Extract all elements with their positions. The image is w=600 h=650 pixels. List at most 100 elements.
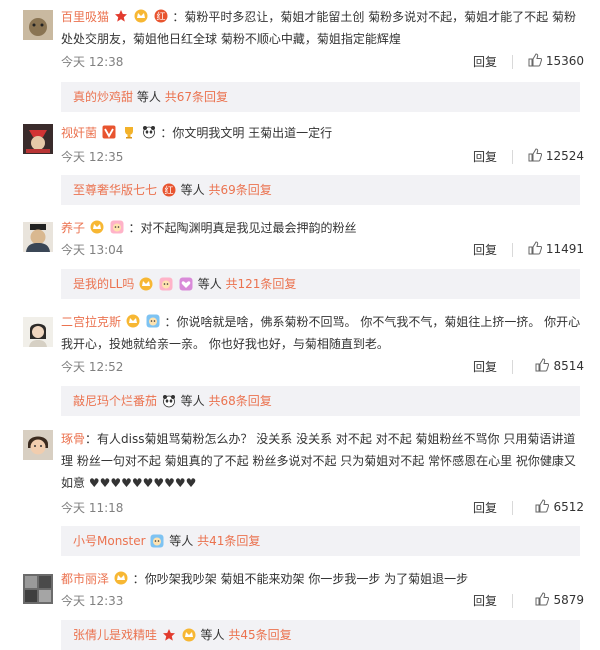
comment-text-line: 我开心，投她就给亲一亲。 你也好我也好，与菊相随直到老。: [61, 337, 389, 351]
avatar[interactable]: [23, 317, 53, 347]
divider: [512, 594, 513, 608]
v-verified-icon: [102, 125, 116, 139]
comment-author[interactable]: 养子: [61, 221, 85, 235]
sub-reply-author[interactable]: 是我的LL吗: [73, 277, 134, 291]
sub-reply-bar: 小号Monster 等人 共41条回复: [61, 526, 580, 556]
member-crown-icon: [126, 314, 140, 328]
like-count: 15360: [545, 54, 584, 68]
comment-text-line: 你说啥就是啥，佛系菊粉不回骂。 你不气我不气，菊姐往上挤一挤。 你开心: [176, 315, 581, 329]
thumbs-up-icon: [535, 499, 550, 513]
divider: [512, 501, 513, 515]
comment-time: 今天 12:35: [61, 150, 124, 164]
like-button[interactable]: 5879: [535, 592, 584, 607]
more-replies-link[interactable]: 共41条回复: [197, 534, 260, 548]
sub-reply-bar: 至尊奢华版七七 红 等人 共69条回复: [61, 175, 580, 205]
like-button[interactable]: 12524: [528, 148, 584, 163]
thumbs-up-icon: [528, 241, 542, 255]
comment-time: 今天 13:04: [61, 243, 124, 257]
red-envelope-icon: 红: [162, 183, 176, 197]
comment-time: 今天 12:38: [61, 55, 124, 69]
sub-reply-others: 等人: [197, 277, 222, 291]
fan-face-icon: [110, 220, 124, 234]
trophy-icon: [122, 125, 136, 139]
reply-button[interactable]: 回复: [473, 358, 497, 375]
red-envelope-icon: 红: [154, 9, 168, 23]
reply-button[interactable]: 回复: [473, 499, 497, 516]
thumbs-up-icon: [528, 53, 542, 67]
sub-reply-author[interactable]: 张倩儿是戏精哇: [73, 628, 157, 642]
sub-reply-others: 等人: [200, 628, 225, 642]
reply-button[interactable]: 回复: [473, 592, 497, 609]
sub-reply-others: 等人: [169, 534, 194, 548]
comment-author[interactable]: 二宫拉克斯: [61, 315, 121, 329]
sub-reply-author[interactable]: 至尊奢华版七七: [73, 183, 157, 197]
sub-reply-author[interactable]: 小号Monster: [73, 534, 146, 548]
more-replies-link[interactable]: 共45条回复: [228, 628, 291, 642]
comment-author[interactable]: 百里吸猫: [61, 10, 109, 24]
avatar[interactable]: [23, 10, 53, 40]
sub-reply-bar: 是我的LL吗 等人 共121条回复: [61, 269, 580, 299]
sub-reply-bar: 敲尼玛个烂番茄 等人 共68条回复: [61, 386, 580, 416]
divider: [512, 360, 513, 374]
like-button[interactable]: 8514: [535, 358, 584, 373]
more-replies-link[interactable]: 共67条回复: [165, 90, 228, 104]
divider: [512, 150, 513, 164]
avatar[interactable]: [23, 222, 53, 252]
reply-button[interactable]: 回复: [473, 241, 497, 258]
comment-time: 今天 11:18: [61, 501, 124, 515]
like-count: 5879: [553, 593, 584, 607]
comment-text-line: 理 粉丝一句对不起 菊姐真的了不起 粉丝多说对不起 只为菊姐对不起 常怀感恩在心…: [61, 454, 576, 468]
member-crown-icon: [114, 571, 128, 585]
sub-reply-bar: 张倩儿是戏精哇 等人 共45条回复: [61, 620, 580, 650]
fan-face-icon: [150, 534, 164, 548]
like-count: 8514: [553, 359, 584, 373]
comment-author[interactable]: 琢骨: [61, 432, 85, 446]
svg-text:红: 红: [156, 11, 165, 23]
more-replies-link[interactable]: 共121条回复: [226, 277, 297, 291]
comment-text: 你吵架我吵架 菊姐不能来劝架 你一步我一步 为了菊姐退一步: [144, 572, 469, 586]
thumbs-up-icon: [535, 358, 550, 372]
sub-reply-others: 等人: [136, 90, 161, 104]
comment-author[interactable]: 都市丽泽: [61, 572, 109, 586]
more-replies-link[interactable]: 共69条回复: [209, 183, 272, 197]
sub-reply-author[interactable]: 真的炒鸡甜: [73, 90, 133, 104]
fan-face-icon: [159, 277, 173, 291]
avatar[interactable]: [23, 124, 53, 154]
divider: [512, 55, 513, 69]
like-button[interactable]: 6512: [535, 499, 584, 514]
comment-author[interactable]: 视奸菌: [61, 126, 97, 140]
sub-reply-others: 等人: [180, 183, 205, 197]
sub-reply-author[interactable]: 敲尼玛个烂番茄: [73, 394, 157, 408]
sub-reply-others: 等人: [180, 394, 205, 408]
panda-icon: [162, 394, 176, 408]
comment-feed: 百里吸猫 红 ：菊粉平时多忍让，菊姐才能留土创 菊粉多说对不起，菊姐才能了不起 …: [0, 0, 600, 650]
reply-button[interactable]: 回复: [473, 53, 497, 70]
comment-time: 今天 12:33: [61, 594, 124, 608]
svg-text:红: 红: [164, 185, 173, 197]
panda-icon: [142, 125, 156, 139]
divider: [512, 243, 513, 257]
comment-text-line: 有人diss菊姐骂菊粉怎么办？ 没关系 没关系 对不起 对不起 菊姐粉丝不骂你 …: [97, 432, 576, 446]
member-crown-icon: [182, 628, 196, 642]
avatar[interactable]: [23, 430, 53, 460]
member-crown-icon: [139, 277, 153, 291]
comment-text: 对不起陶渊明真是我见过最会押韵的粉丝: [140, 221, 357, 235]
star-badge-icon: [162, 628, 176, 642]
like-count: 11491: [545, 242, 584, 256]
like-count: 12524: [545, 149, 584, 163]
like-button[interactable]: 15360: [528, 53, 584, 68]
heart-badge-icon: [179, 277, 193, 291]
member-crown-icon: [90, 220, 104, 234]
thumbs-up-icon: [528, 148, 542, 162]
star-badge-icon: [114, 9, 128, 23]
sub-reply-bar: 真的炒鸡甜 等人 共67条回复: [61, 82, 580, 112]
more-replies-link[interactable]: 共68条回复: [209, 394, 272, 408]
comment-text-line: 如意 ♥♥♥♥♥♥♥♥♥♥: [61, 476, 197, 490]
avatar[interactable]: [23, 574, 53, 604]
like-button[interactable]: 11491: [528, 241, 584, 256]
fan-face-icon: [146, 314, 160, 328]
reply-button[interactable]: 回复: [473, 148, 497, 165]
comment-text: 你文明我文明 王菊出道一定行: [172, 126, 333, 140]
member-crown-icon: [134, 9, 148, 23]
thumbs-up-icon: [535, 592, 550, 606]
